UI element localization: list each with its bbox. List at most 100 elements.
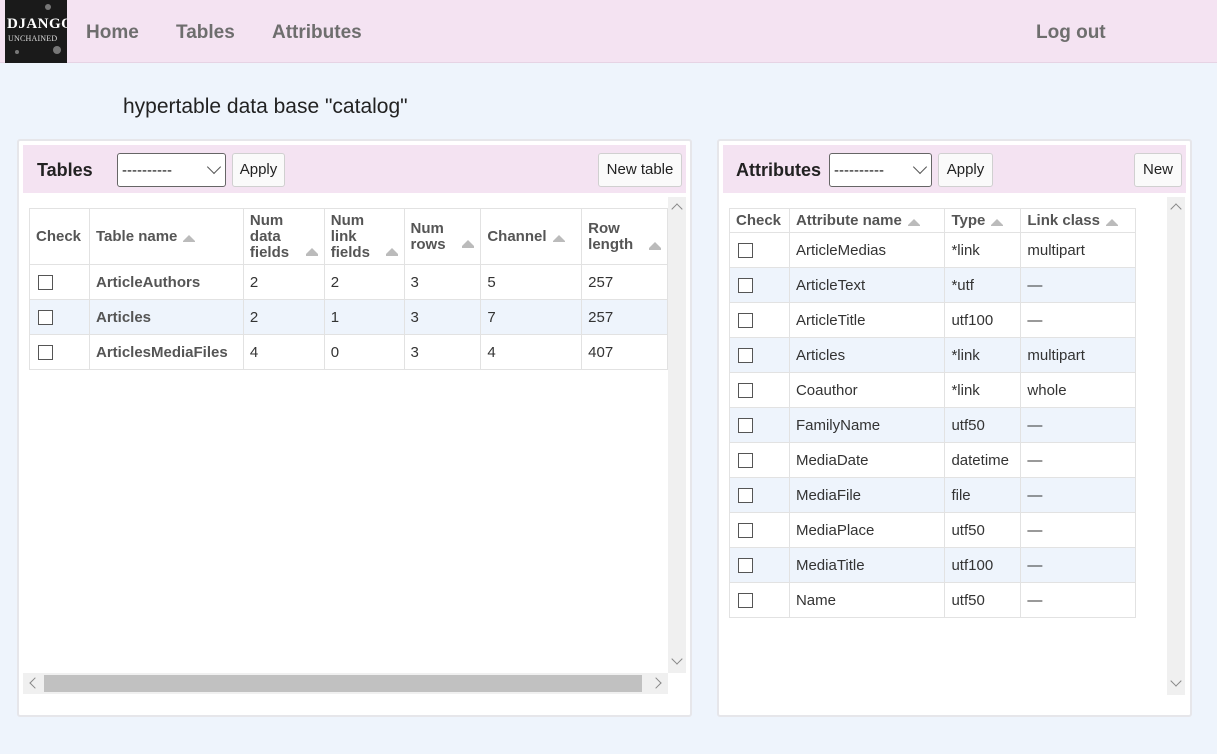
attributes-vertical-scrollbar[interactable]	[1167, 197, 1185, 695]
tables-action-select[interactable]: ----------	[117, 153, 226, 187]
cell-type: *link	[944, 337, 1022, 373]
nav-home-link[interactable]: Home	[86, 22, 139, 44]
cell-row-length: 407	[581, 334, 668, 370]
scroll-left-icon[interactable]	[29, 677, 41, 689]
cell-channel: 7	[480, 299, 583, 335]
col-channel[interactable]: Channel	[480, 208, 583, 265]
row-checkbox-cell	[729, 232, 790, 268]
scroll-down-icon[interactable]	[1170, 675, 1182, 687]
tables-horizontal-scrollbar[interactable]	[23, 673, 668, 694]
attributes-grid: Check Attribute name Type Link class Art…	[729, 208, 1136, 618]
attribute-name-link[interactable]: ArticleMedias	[788, 232, 946, 268]
col-check: Check	[729, 208, 790, 233]
row-checkbox[interactable]	[738, 418, 753, 434]
scroll-right-icon[interactable]	[650, 677, 662, 689]
row-checkbox-cell	[729, 337, 790, 373]
col-num-data-fields[interactable]: Num data fields	[242, 208, 325, 265]
row-checkbox[interactable]	[738, 278, 753, 294]
tables-vertical-scrollbar[interactable]	[668, 197, 686, 673]
attribute-row: ArticleText *utf —	[729, 267, 1136, 303]
row-checkbox[interactable]	[738, 523, 753, 539]
new-attribute-button[interactable]: New	[1134, 153, 1182, 187]
row-checkbox[interactable]	[738, 383, 753, 399]
col-num-rows[interactable]: Num rows	[403, 208, 482, 265]
col-check: Check	[29, 208, 90, 265]
tables-apply-button[interactable]: Apply	[232, 153, 285, 187]
attribute-row: Name utf50—	[729, 582, 1136, 618]
attribute-name-link[interactable]: Articles	[788, 337, 946, 373]
attribute-name-link[interactable]: MediaFile	[788, 477, 946, 513]
nav-tables-link[interactable]: Tables	[176, 22, 235, 44]
row-checkbox[interactable]	[38, 275, 53, 291]
cell-data-fields: 2	[242, 299, 325, 335]
chevron-down-icon	[206, 159, 222, 175]
attribute-row: MediaTitle utf100—	[729, 547, 1136, 583]
django-logo[interactable]: DJANGO UNCHAINED	[5, 0, 67, 63]
cell-channel: 5	[480, 264, 583, 300]
attribute-name-link[interactable]: Name	[788, 582, 946, 618]
tables-select-value: ----------	[122, 162, 172, 179]
nav-attributes-link[interactable]: Attributes	[272, 22, 362, 44]
cell-link-fields: 1	[323, 299, 405, 335]
row-checkbox[interactable]	[738, 453, 753, 469]
attributes-header-row: Check Attribute name Type Link class	[729, 208, 1136, 233]
horizontal-scroll-thumb[interactable]	[44, 675, 642, 692]
sort-icon	[462, 240, 475, 248]
cell-type: utf100	[944, 302, 1022, 338]
cell-rows: 3	[403, 334, 482, 370]
col-link-class[interactable]: Link class	[1020, 208, 1136, 233]
attribute-row: Coauthor *link whole	[729, 372, 1136, 408]
col-row-length[interactable]: Row length	[581, 208, 668, 265]
table-name-link[interactable]: ArticlesMediaFiles	[88, 334, 244, 370]
cell-link-class: —	[1020, 407, 1136, 443]
table-row: ArticlesMediaFiles 4 0 3 4 407	[29, 334, 668, 370]
attribute-name-link[interactable]: MediaTitle	[788, 547, 946, 583]
tables-panel: Tables ---------- Apply New table Check …	[17, 139, 692, 717]
scroll-down-icon[interactable]	[671, 653, 683, 665]
cell-rows: 3	[403, 264, 482, 300]
row-checkbox-cell	[729, 512, 790, 548]
attribute-name-link[interactable]: FamilyName	[788, 407, 946, 443]
logout-link[interactable]: Log out	[1036, 22, 1106, 44]
row-checkbox[interactable]	[38, 345, 53, 361]
cell-data-fields: 4	[242, 334, 325, 370]
sort-icon	[991, 218, 1004, 226]
row-checkbox[interactable]	[738, 593, 753, 609]
top-nav: DJANGO UNCHAINED Home Tables Attributes …	[0, 0, 1217, 63]
row-checkbox[interactable]	[738, 243, 753, 259]
attribute-row: Articles *link multipart	[729, 337, 1136, 373]
cell-link-class: —	[1020, 302, 1136, 338]
attribute-name-link[interactable]: MediaDate	[788, 442, 946, 478]
cell-row-length: 257	[581, 264, 668, 300]
table-name-link[interactable]: Articles	[88, 299, 244, 335]
page-title: hypertable data base "catalog"	[123, 95, 408, 118]
row-checkbox[interactable]	[738, 558, 753, 574]
cell-link-class: —	[1020, 267, 1136, 303]
logo-line1: DJANGO	[7, 16, 67, 32]
row-checkbox[interactable]	[738, 313, 753, 329]
col-type[interactable]: Type	[944, 208, 1022, 233]
attributes-action-select[interactable]: ----------	[829, 153, 932, 187]
table-name-link[interactable]: ArticleAuthors	[88, 264, 244, 300]
cell-type: datetime	[944, 442, 1022, 478]
col-table-name[interactable]: Table name	[88, 208, 244, 265]
cell-link-class: —	[1020, 547, 1136, 583]
row-checkbox[interactable]	[738, 488, 753, 504]
attributes-apply-button[interactable]: Apply	[938, 153, 993, 187]
row-checkbox-cell	[729, 372, 790, 408]
row-checkbox[interactable]	[738, 348, 753, 364]
attribute-name-link[interactable]: MediaPlace	[788, 512, 946, 548]
table-row: ArticleAuthors 2 2 3 5 257	[29, 264, 668, 300]
scroll-up-icon[interactable]	[1170, 203, 1182, 215]
row-checkbox-cell	[729, 407, 790, 443]
new-table-button[interactable]: New table	[598, 153, 682, 187]
attribute-name-link[interactable]: Coauthor	[788, 372, 946, 408]
row-checkbox-cell	[729, 547, 790, 583]
tables-grid: Check Table name Num data fields Num link fi…	[29, 208, 668, 370]
col-num-link-fields[interactable]: Num link fields	[323, 208, 405, 265]
row-checkbox[interactable]	[38, 310, 53, 326]
scroll-up-icon[interactable]	[671, 203, 683, 215]
attribute-name-link[interactable]: ArticleTitle	[788, 302, 946, 338]
col-attribute-name[interactable]: Attribute name	[788, 208, 946, 233]
attribute-name-link[interactable]: ArticleText	[788, 267, 946, 303]
